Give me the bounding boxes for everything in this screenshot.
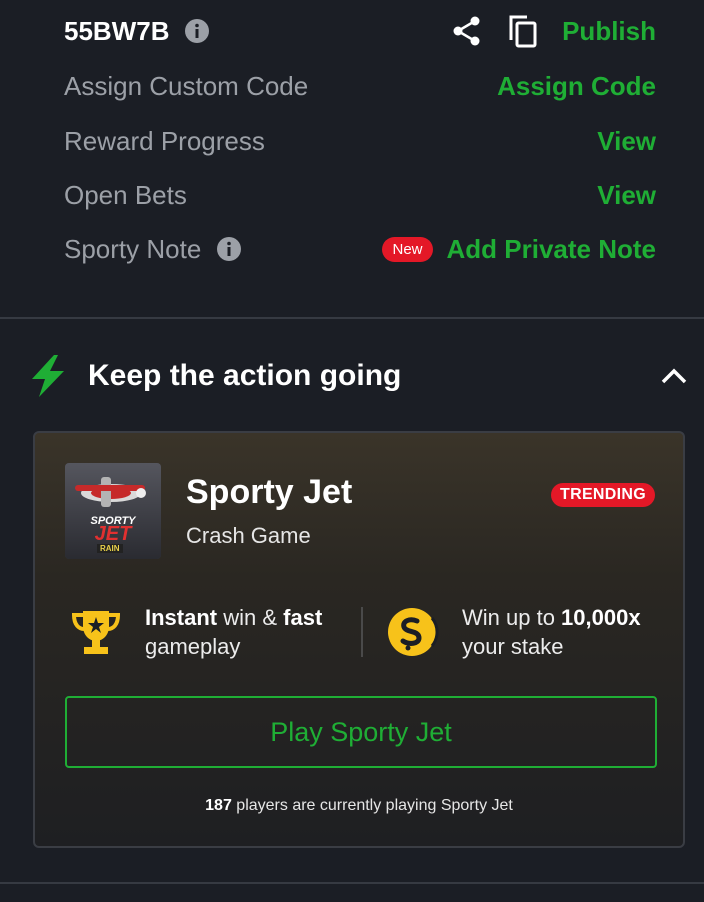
feature1-line2: gameplay [145,634,241,659]
new-badge: New [382,236,433,262]
feature1-mid: win & [217,605,284,630]
sporty-note-label: Sporty Note [64,233,202,264]
open-bets-label: Open Bets [64,179,187,210]
info-icon[interactable] [185,19,210,43]
open-bets-row: Open Bets View [64,175,656,215]
chevron-up-icon[interactable] [656,358,692,394]
reward-progress-view-link[interactable]: View [597,126,656,157]
publish-button[interactable]: Publish [562,16,656,47]
thumb-logo-rain: RAIN [97,544,123,553]
players-count: 187 [205,797,232,814]
add-private-note-wrap: New Add Private Note [382,234,656,265]
feature-win-up-to-text: Win up to 10,000x your stake [462,603,641,661]
feature-instant-win-text: Instant win & fast gameplay [145,603,322,661]
thumb-logo-jet: JET [94,523,132,545]
feature-separator [361,607,363,657]
section-title: Keep the action going [88,359,402,392]
assign-code-link[interactable]: Assign Code [497,71,656,102]
section-divider [0,317,704,319]
bottom-divider [0,882,704,884]
players-count-text: 187 players are currently playing Sporty… [35,797,683,815]
share-icon[interactable] [450,14,484,48]
trophy-icon [71,608,121,656]
booking-code-row: 55BW7B Publish [64,11,656,51]
assign-custom-code-row: Assign Custom Code Assign Code [64,66,656,106]
copy-icon[interactable] [506,14,540,48]
feature-win-up-to: Win up to 10,000x your stake [386,603,641,661]
sporty-note-row: Sporty Note New Add Private Note [64,229,656,269]
feature2-pre: Win up to [462,605,562,630]
booking-code: 55BW7B [64,15,210,47]
lightning-bolt-icon [28,354,68,398]
header-actions: Publish [450,14,656,48]
add-private-note-link[interactable]: Add Private Note [447,234,657,265]
reward-progress-label: Reward Progress [64,125,265,156]
keep-action-going-header[interactable]: Keep the action going [28,348,692,404]
open-bets-view-link[interactable]: View [597,180,656,211]
coin-icon [386,607,440,657]
feature2-line2: your stake [462,634,564,659]
feature1-bold2: fast [283,605,323,630]
play-sporty-jet-button[interactable]: Play Sporty Jet [65,696,657,768]
game-subtitle: Crash Game [186,523,311,548]
assign-custom-code-label: Assign Custom Code [64,70,309,101]
players-text: players are currently playing Sporty Jet [231,797,513,814]
sporty-jet-card: SPORTY JET RAIN Sporty Jet Crash Game TR… [33,431,685,848]
feature1-bold1: Instant [145,605,218,630]
game-title: Sporty Jet [186,473,353,511]
sporty-jet-thumbnail[interactable]: SPORTY JET RAIN [65,463,161,559]
section-title-wrap: Keep the action going [28,354,401,398]
feature2-bold: 10,000x [561,605,641,630]
trending-badge: TRENDING [551,483,655,507]
feature-instant-win: Instant win & fast gameplay [71,603,322,661]
booking-code-text: 55BW7B [64,15,170,46]
sporty-note-label-wrap: Sporty Note [64,233,242,265]
reward-progress-row: Reward Progress View [64,121,656,161]
info-icon[interactable] [217,237,242,261]
